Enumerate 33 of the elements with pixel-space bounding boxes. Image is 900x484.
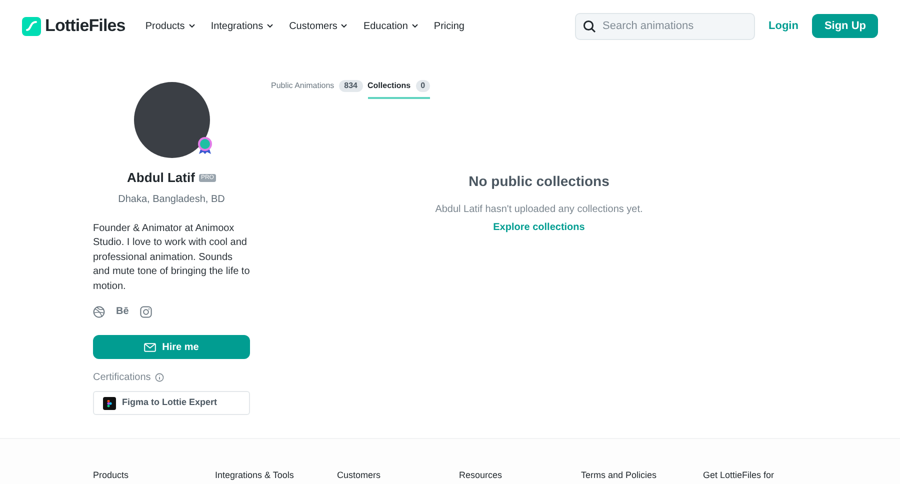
empty-state-message: Abdul Latif hasn't uploaded any collections yet. <box>435 203 643 217</box>
search-field[interactable]: Search animations <box>574 12 754 40</box>
count-badge: 0 <box>416 80 430 92</box>
footer-heading: Integrations & Tools <box>215 469 295 482</box>
footer-heading: Get LottieFiles for <box>703 469 776 482</box>
nav-link[interactable]: Pricing <box>434 18 464 34</box>
profile-tab[interactable]: Collections 0 <box>368 80 430 99</box>
count-badge: 834 <box>339 80 363 92</box>
nav-link[interactable]: Customers <box>289 18 348 34</box>
footer-heading: Resources <box>459 469 504 482</box>
nav-link[interactable]: Integrations <box>210 18 274 34</box>
location-text: Dhaka, Bangladesh, BD <box>117 192 226 206</box>
instagram-icon[interactable] <box>140 306 152 318</box>
dribbble-icon[interactable] <box>93 306 105 318</box>
profile-name: Abdul Latif <box>127 169 195 187</box>
certification-name: Figma to Lottie Expert <box>122 396 218 410</box>
bio-text: Founder & Animator at Animoox Studio. I love to work with cool and professional animation. Sounds and mute tone of bringing the life to motion. <box>93 222 250 294</box>
footer-heading: Products <box>93 469 130 482</box>
figma-icon <box>103 396 116 410</box>
logo-text[interactable]: LottieFiles <box>45 13 126 39</box>
nav-link[interactable]: Education <box>363 18 418 34</box>
behance-link[interactable]: Bē <box>116 304 129 319</box>
search-icon <box>582 20 596 32</box>
info-icon[interactable] <box>154 373 164 382</box>
profile-tab[interactable]: Public Animations 834 <box>271 80 363 99</box>
award-icon <box>196 136 212 154</box>
footer-heading: Customers <box>337 469 382 482</box>
empty-state-title: No public collections <box>468 172 610 191</box>
footer-heading: Terms and Policies <box>581 469 658 482</box>
certifications-label: Certifications <box>93 371 151 385</box>
envelope-icon <box>144 342 156 352</box>
certification-card[interactable]: Figma to Lottie Expert <box>93 391 250 415</box>
nav-link[interactable]: Products <box>145 18 195 34</box>
